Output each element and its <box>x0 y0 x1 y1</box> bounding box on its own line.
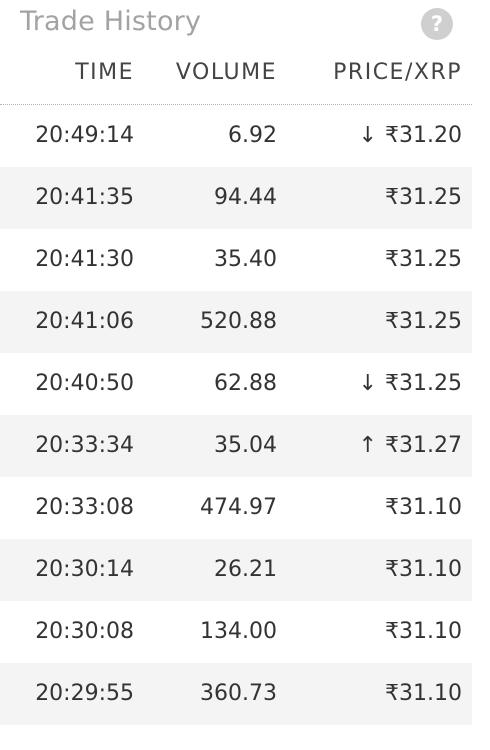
trade-price-value: ₹31.20 <box>385 123 462 148</box>
trade-time: 20:40:50 <box>35 371 134 396</box>
trade-volume: 474.97 <box>200 495 277 520</box>
column-header-price: PRICE/XRP <box>333 60 462 85</box>
trade-price-value: ₹31.27 <box>385 433 462 458</box>
panel-header: Trade History ? <box>0 0 472 48</box>
trade-price: ₹31.10 <box>385 539 462 601</box>
trade-time: 20:41:35 <box>35 185 134 210</box>
trade-time: 20:41:30 <box>35 247 134 272</box>
trade-time: 20:41:06 <box>35 309 134 334</box>
arrow-up-icon: ↑ <box>358 433 378 458</box>
arrow-down-icon: ↓ <box>358 123 378 148</box>
trade-price-value: ₹31.25 <box>385 309 462 334</box>
trade-time: 20:49:14 <box>35 123 134 148</box>
trade-time: 20:33:34 <box>35 433 134 458</box>
column-header-volume: VOLUME <box>175 60 277 85</box>
trade-volume: 94.44 <box>214 185 277 210</box>
trade-price-value: ₹31.10 <box>385 495 462 520</box>
trade-volume: 35.04 <box>214 433 277 458</box>
trade-time: 20:33:08 <box>35 495 134 520</box>
table-row: 20:29:55 360.73 ₹31.10 <box>0 663 472 725</box>
table-row: 20:41:30 35.40 ₹31.25 <box>0 229 472 291</box>
trade-price-value: ₹31.10 <box>385 619 462 644</box>
trade-list: 20:49:14 6.92 ↓ ₹31.20 20:41:35 94.44 ₹31.25 20… <box>0 105 472 725</box>
trade-volume: 134.00 <box>200 619 277 644</box>
table-row: 20:30:08 134.00 ₹31.10 <box>0 601 472 663</box>
help-icon[interactable]: ? <box>421 8 453 40</box>
table-row: 20:33:08 474.97 ₹31.10 <box>0 477 472 539</box>
trade-price: ₹31.25 <box>385 291 462 353</box>
trade-price-value: ₹31.25 <box>385 247 462 272</box>
trade-volume: 62.88 <box>214 371 277 396</box>
trade-price-value: ₹31.25 <box>385 371 462 396</box>
panel-title: Trade History <box>20 6 202 37</box>
trade-price: ₹31.25 <box>385 167 462 229</box>
trade-time: 20:29:55 <box>35 681 134 706</box>
trade-volume: 360.73 <box>200 681 277 706</box>
column-header-time: TIME <box>75 60 134 85</box>
trade-price: ₹31.25 <box>385 229 462 291</box>
trade-volume: 35.40 <box>214 247 277 272</box>
trade-price-value: ₹31.10 <box>385 557 462 582</box>
table-row: 20:33:34 35.04 ↑ ₹31.27 <box>0 415 472 477</box>
trade-price: ₹31.10 <box>385 601 462 663</box>
column-header-row: TIME VOLUME PRICE/XRP <box>0 48 472 105</box>
trade-time: 20:30:08 <box>35 619 134 644</box>
trade-time: 20:30:14 <box>35 557 134 582</box>
table-row: 20:30:14 26.21 ₹31.10 <box>0 539 472 601</box>
table-row: 20:41:35 94.44 ₹31.25 <box>0 167 472 229</box>
trade-price: ↓ ₹31.20 <box>359 105 462 167</box>
trade-price: ↓ ₹31.25 <box>359 353 462 415</box>
trade-price-value: ₹31.10 <box>385 681 462 706</box>
trade-price-value: ₹31.25 <box>385 185 462 210</box>
table-row: 20:49:14 6.92 ↓ ₹31.20 <box>0 105 472 167</box>
trade-price: ₹31.10 <box>385 663 462 725</box>
table-row: 20:41:06 520.88 ₹31.25 <box>0 291 472 353</box>
table-row: 20:40:50 62.88 ↓ ₹31.25 <box>0 353 472 415</box>
arrow-down-icon: ↓ <box>358 371 378 396</box>
trade-volume: 6.92 <box>228 123 277 148</box>
trade-volume: 26.21 <box>214 557 277 582</box>
trade-price: ₹31.10 <box>385 477 462 539</box>
trade-history-panel: Trade History ? TIME VOLUME PRICE/XRP 20… <box>0 0 472 750</box>
trade-price: ↑ ₹31.27 <box>359 415 462 477</box>
trade-volume: 520.88 <box>200 309 277 334</box>
